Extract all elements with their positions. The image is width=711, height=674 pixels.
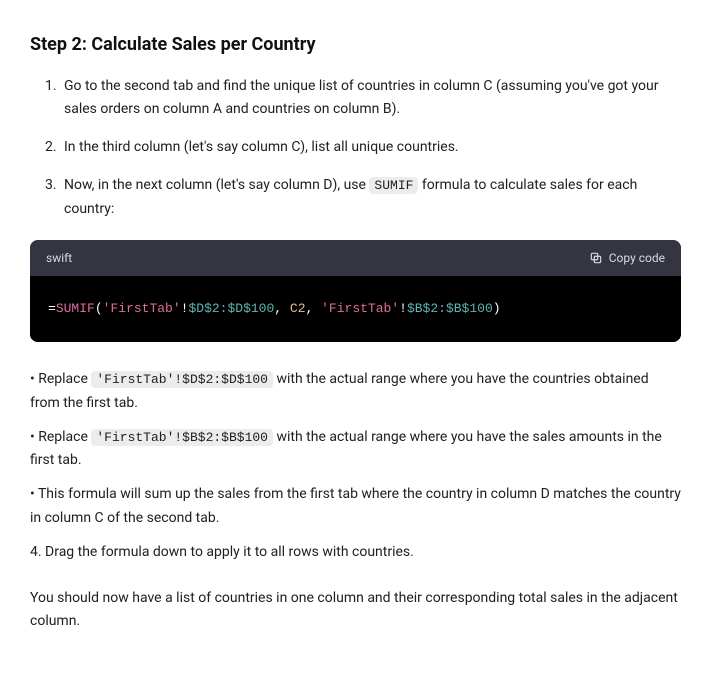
step-item: In the third column (let's say column C)… [60, 136, 681, 160]
code-token: $B$2:$B$100 [407, 301, 493, 316]
note-item: Replace 'FirstTab'!$B$2:$B$100 with the … [30, 426, 681, 474]
code-token: $D$2:$D$100 [188, 301, 274, 316]
copy-code-label: Copy code [609, 248, 665, 268]
step-item: Now, in the next column (let's say colum… [60, 174, 681, 222]
inline-code-range-d: 'FirstTab'!$D$2:$D$100 [91, 371, 273, 388]
steps-list: Go to the second tab and find the unique… [30, 75, 681, 222]
closing-paragraph: You should now have a list of countries … [30, 587, 681, 635]
code-token: 'FirstTab' [321, 301, 399, 316]
note-text: Replace [38, 429, 91, 445]
note-item: 4. Drag the formula down to apply it to … [30, 541, 681, 565]
code-block: swift Copy code =SUMIF('FirstTab'!$D$2:$… [30, 240, 681, 342]
note-item: This formula will sum up the sales from … [30, 483, 681, 531]
note-text: Replace [38, 371, 91, 387]
code-token: = [48, 301, 56, 316]
code-token: SUMIF [56, 301, 95, 316]
inline-code-range-b: 'FirstTab'!$B$2:$B$100 [91, 429, 273, 446]
notes-section: Replace 'FirstTab'!$D$2:$D$100 with the … [30, 368, 681, 565]
copy-code-button[interactable]: Copy code [589, 248, 665, 268]
step-item: Go to the second tab and find the unique… [60, 75, 681, 123]
code-block-body: =SUMIF('FirstTab'!$D$2:$D$100, C2, 'Firs… [30, 276, 681, 342]
inline-code-sumif: SUMIF [369, 177, 418, 194]
code-token: ! [399, 301, 407, 316]
code-language-label: swift [46, 248, 72, 268]
copy-icon [589, 251, 603, 265]
code-token: , [306, 301, 322, 316]
code-token: , [274, 301, 290, 316]
code-token: ) [493, 301, 501, 316]
code-block-header: swift Copy code [30, 240, 681, 276]
code-token: C2 [290, 301, 306, 316]
step-text: Now, in the next column (let's say colum… [64, 177, 369, 193]
step-heading: Step 2: Calculate Sales per Country [30, 30, 681, 61]
code-token: 'FirstTab' [103, 301, 181, 316]
note-item: Replace 'FirstTab'!$D$2:$D$100 with the … [30, 368, 681, 416]
code-token: ( [95, 301, 103, 316]
